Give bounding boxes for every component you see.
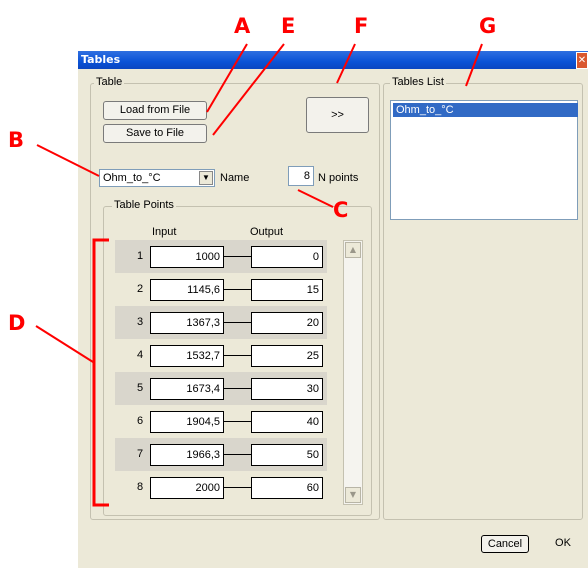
scroll-up-icon[interactable]: ▲ (345, 242, 361, 258)
output-header: Output (250, 226, 284, 238)
row-connector (224, 487, 251, 488)
tables-list-item[interactable]: Ohm_to_°C (393, 103, 578, 117)
table-row: 5 1673,4 30 (115, 372, 327, 405)
input-value-field[interactable]: 1966,3 (150, 444, 224, 466)
output-value-field[interactable]: 40 (251, 411, 323, 433)
scroll-down-icon[interactable]: ▼ (345, 487, 361, 503)
input-value-field[interactable]: 1367,3 (150, 312, 224, 334)
row-connector (224, 388, 251, 389)
transfer-button[interactable]: >> (306, 97, 369, 133)
callout-f: F (354, 14, 369, 38)
ok-button[interactable]: OK (540, 535, 586, 553)
table-row: 6 1904,5 40 (115, 405, 327, 438)
input-value-field[interactable]: 1145,6 (150, 279, 224, 301)
close-icon[interactable]: ✕ (576, 52, 588, 69)
output-value-field[interactable]: 0 (251, 246, 323, 268)
table-row: 8 2000 60 (115, 471, 327, 504)
save-to-file-button[interactable]: Save to File (103, 124, 207, 143)
input-value-field[interactable]: 1532,7 (150, 345, 224, 367)
table-row: 4 1532,7 25 (115, 339, 327, 372)
cancel-button[interactable]: Cancel (481, 535, 529, 553)
load-from-file-button[interactable]: Load from File (103, 101, 207, 120)
row-index: 6 (136, 415, 144, 427)
table-row: 2 1145,6 15 (115, 273, 327, 306)
row-index: 7 (136, 448, 144, 460)
table-name-select[interactable]: Ohm_to_°C ▼ (99, 169, 215, 187)
table-group-label: Table (94, 76, 125, 88)
callout-d: D (8, 311, 26, 335)
input-value-field[interactable]: 1000 (150, 246, 224, 268)
table-row: 1 1000 0 (115, 240, 327, 273)
tables-list-box[interactable]: Ohm_to_°C (390, 100, 578, 220)
row-connector (224, 454, 251, 455)
row-index: 2 (136, 283, 144, 295)
callout-b: B (8, 128, 25, 152)
tables-list-label: Tables List (390, 76, 446, 88)
row-index: 5 (136, 382, 144, 394)
row-connector (224, 355, 251, 356)
npoints-label: N points (318, 172, 359, 184)
points-scrollbar[interactable]: ▲ ▼ (343, 240, 363, 505)
row-index: 1 (136, 250, 144, 262)
output-value-field[interactable]: 50 (251, 444, 323, 466)
title-bar[interactable]: Tables ✕ (78, 51, 588, 69)
row-connector (224, 421, 251, 422)
row-connector (224, 322, 251, 323)
output-value-field[interactable]: 60 (251, 477, 323, 499)
row-connector (224, 289, 251, 290)
callout-g: G (479, 14, 497, 38)
callout-a: A (234, 14, 251, 38)
output-value-field[interactable]: 20 (251, 312, 323, 334)
window-title: Tables (81, 53, 121, 66)
row-index: 4 (136, 349, 144, 361)
table-row: 7 1966,3 50 (115, 438, 327, 471)
row-index: 8 (136, 481, 144, 493)
row-connector (224, 256, 251, 257)
table-name-value: Ohm_to_°C (103, 172, 161, 184)
input-value-field[interactable]: 2000 (150, 477, 224, 499)
input-value-field[interactable]: 1904,5 (150, 411, 224, 433)
output-value-field[interactable]: 15 (251, 279, 323, 301)
callout-e: E (281, 14, 296, 38)
chevron-down-icon[interactable]: ▼ (199, 171, 213, 185)
table-points-label: Table Points (112, 199, 176, 211)
callout-c: C (333, 198, 349, 222)
npoints-input[interactable]: 8 (288, 166, 314, 186)
output-value-field[interactable]: 30 (251, 378, 323, 400)
input-header: Input (152, 226, 177, 238)
table-row: 3 1367,3 20 (115, 306, 327, 339)
row-index: 3 (136, 316, 144, 328)
name-label: Name (220, 172, 250, 184)
output-value-field[interactable]: 25 (251, 345, 323, 367)
input-value-field[interactable]: 1673,4 (150, 378, 224, 400)
